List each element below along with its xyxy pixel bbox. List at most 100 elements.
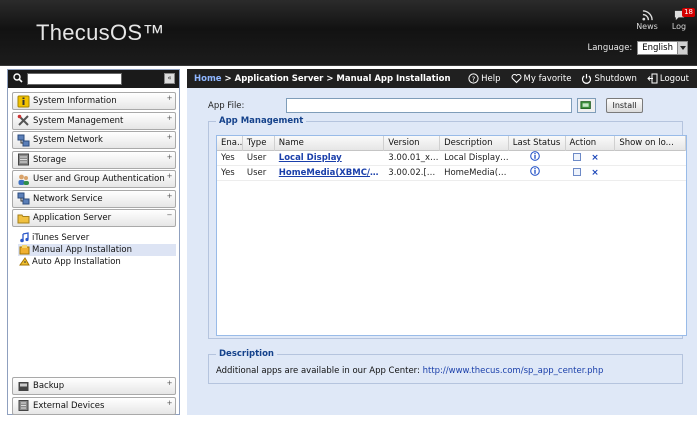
breadcrumb-bar: Home > Application Server > Manual App I…: [187, 69, 697, 88]
power-icon: [582, 74, 592, 84]
breadcrumb-home-link[interactable]: Home: [194, 74, 222, 84]
help-icon: ?: [468, 73, 479, 84]
expand-icon[interactable]: +: [166, 153, 173, 161]
cell-version: 3.00.02.[K...: [388, 168, 441, 178]
heart-icon: [511, 74, 521, 84]
browse-button[interactable]: [577, 98, 596, 113]
logout-button[interactable]: Logout: [647, 73, 689, 84]
sidebar-item-label: Backup: [33, 381, 65, 391]
sidebar-item-backup[interactable]: Backup +: [12, 377, 176, 395]
tools-icon: [17, 114, 29, 126]
sidebar-item-label: External Devices: [33, 400, 105, 411]
expand-icon[interactable]: +: [166, 95, 173, 102]
column-header-version[interactable]: Version: [384, 136, 441, 151]
search-bar: «: [8, 70, 179, 88]
app-grid: Ena... Type Name Version Description Las…: [216, 135, 687, 336]
collapse-icon[interactable]: −: [166, 212, 173, 219]
sidebar-subitem-manual-app-installation[interactable]: Manual App Installation: [18, 243, 176, 256]
cell-action: ×: [566, 166, 616, 181]
column-header-enabled[interactable]: Ena...: [217, 136, 243, 151]
search-input[interactable]: [27, 73, 122, 85]
music-note-icon: [20, 232, 29, 243]
remove-app-button[interactable]: ×: [591, 166, 599, 181]
sidebar-item-user-group-auth[interactable]: User and Group Authentication +: [12, 170, 176, 188]
app-name-link[interactable]: Local Display: [275, 151, 385, 166]
table-row[interactable]: Yes User HomeMedia(XBMC/KODI) 3.00.02.[K…: [217, 166, 686, 181]
browse-icon: [580, 101, 591, 109]
cell-show-on-login: [615, 151, 686, 166]
sidebar-nav: System Information + System Management +…: [12, 92, 176, 268]
description-section: Description Additional apps are availabl…: [208, 349, 683, 384]
column-header-action[interactable]: Action: [566, 136, 616, 151]
expand-icon[interactable]: +: [166, 399, 173, 407]
sidebar-item-storage[interactable]: Storage +: [12, 150, 176, 169]
expand-icon[interactable]: +: [166, 114, 173, 122]
enable-checkbox[interactable]: [572, 168, 581, 176]
column-header-name[interactable]: Name: [275, 136, 385, 151]
folder-icon: [17, 214, 30, 223]
auto-install-icon: [19, 257, 30, 266]
chevron-down-icon[interactable]: [677, 42, 687, 54]
remove-app-button[interactable]: ×: [591, 151, 599, 166]
main-panel: App File: Install App Management Ena... …: [187, 88, 697, 415]
sidebar-item-system-network[interactable]: System Network +: [12, 131, 176, 149]
log-button[interactable]: 18 Log: [667, 8, 695, 31]
language-selector: Language: English: [587, 41, 688, 55]
column-header-description[interactable]: Description: [440, 136, 509, 151]
app-file-input[interactable]: [286, 98, 572, 113]
app-management-section: App Management Ena... Type Name Version …: [208, 116, 687, 339]
shutdown-button[interactable]: Shutdown: [581, 73, 637, 84]
search-icon[interactable]: [13, 73, 23, 83]
app-management-title: App Management: [216, 116, 307, 126]
language-dropdown[interactable]: English: [637, 41, 688, 55]
expand-icon[interactable]: +: [166, 134, 173, 141]
sidebar-item-label: Application Server: [33, 213, 112, 223]
sidebar-item-label: System Network: [33, 135, 103, 145]
news-label: News: [636, 22, 658, 31]
cell-type: User: [246, 168, 267, 178]
app-name-link[interactable]: HomeMedia(XBMC/KODI): [275, 166, 385, 181]
sidebar: « System Information + System Management…: [7, 69, 180, 415]
status-info-icon[interactable]: [529, 166, 540, 176]
cell-description: Local Display ...: [444, 153, 509, 163]
log-label: Log: [671, 22, 687, 31]
column-header-type[interactable]: Type: [243, 136, 275, 151]
news-button[interactable]: News: [635, 10, 659, 31]
sidebar-item-application-server[interactable]: Application Server −: [12, 209, 176, 227]
status-info-icon[interactable]: [529, 151, 540, 161]
collapse-sidebar-button[interactable]: «: [164, 73, 175, 84]
header: ThecusOS™ News 18 Log Language: English: [0, 0, 697, 66]
rss-icon: [641, 10, 653, 21]
column-header-last-status[interactable]: Last Status: [509, 136, 566, 151]
cell-last-status: [509, 166, 566, 181]
svg-text:?: ?: [472, 75, 476, 83]
sidebar-item-external-devices[interactable]: External Devices +: [12, 396, 176, 415]
help-button[interactable]: ? Help: [468, 73, 501, 84]
enable-checkbox[interactable]: [572, 153, 581, 161]
column-header-show-on-login[interactable]: Show on lo...: [615, 136, 687, 151]
expand-icon[interactable]: +: [166, 380, 173, 387]
sidebar-subitem-label: iTunes Server: [32, 232, 90, 243]
expand-icon[interactable]: +: [166, 192, 173, 200]
sidebar-item-network-service[interactable]: Network Service +: [12, 189, 176, 208]
thecus-logo: ThecusOS™: [36, 20, 165, 45]
cell-type: User: [246, 153, 267, 163]
sidebar-item-system-information[interactable]: System Information +: [12, 92, 176, 110]
sidebar-item-system-management[interactable]: System Management +: [12, 111, 176, 130]
backup-icon: [18, 381, 29, 391]
table-row[interactable]: Yes User Local Display 3.00.01_x64 Local…: [217, 151, 686, 166]
help-label: Help: [481, 73, 501, 84]
cell-enabled: Yes: [221, 153, 235, 163]
description-title: Description: [216, 349, 277, 359]
sidebar-item-label: Storage: [33, 154, 67, 165]
install-button[interactable]: Install: [606, 98, 643, 113]
shutdown-label: Shutdown: [594, 73, 637, 84]
my-favorite-button[interactable]: My favorite: [511, 73, 571, 84]
expand-icon[interactable]: +: [166, 173, 173, 180]
sidebar-subitem-auto-app-installation[interactable]: Auto App Installation: [18, 256, 176, 268]
description-text: Additional apps are available in our App…: [216, 366, 603, 376]
sidebar-subitem-itunes-server[interactable]: iTunes Server: [18, 232, 176, 244]
app-file-label: App File:: [208, 101, 245, 111]
storage-icon: [18, 153, 29, 166]
app-center-link[interactable]: http://www.thecus.com/sp_app_center.php: [423, 366, 604, 376]
